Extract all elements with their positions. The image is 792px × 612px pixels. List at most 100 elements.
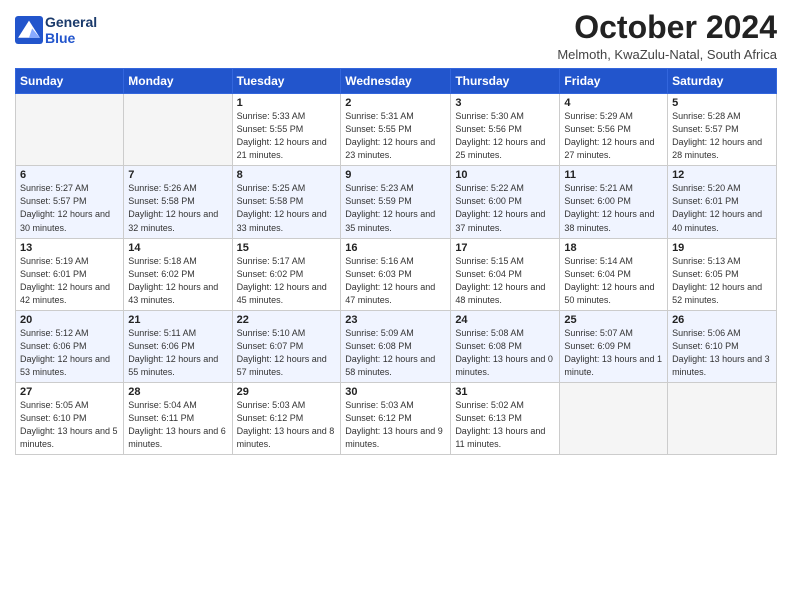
table-row: 17Sunrise: 5:15 AM Sunset: 6:04 PM Dayli… (451, 238, 560, 310)
day-info: Sunrise: 5:28 AM Sunset: 5:57 PM Dayligh… (672, 110, 772, 162)
day-info: Sunrise: 5:21 AM Sunset: 6:00 PM Dayligh… (564, 182, 663, 234)
day-info: Sunrise: 5:03 AM Sunset: 6:12 PM Dayligh… (345, 399, 446, 451)
table-row (668, 382, 777, 454)
table-row: 15Sunrise: 5:17 AM Sunset: 6:02 PM Dayli… (232, 238, 341, 310)
header-sunday: Sunday (16, 69, 124, 94)
month-title: October 2024 (557, 10, 777, 45)
day-number: 2 (345, 97, 446, 109)
day-number: 11 (564, 169, 663, 181)
table-row: 7Sunrise: 5:26 AM Sunset: 5:58 PM Daylig… (124, 166, 232, 238)
day-info: Sunrise: 5:09 AM Sunset: 6:08 PM Dayligh… (345, 327, 446, 379)
header-tuesday: Tuesday (232, 69, 341, 94)
day-number: 21 (128, 314, 227, 326)
logo-text: General Blue (45, 14, 97, 46)
day-number: 23 (345, 314, 446, 326)
calendar-week-row: 20Sunrise: 5:12 AM Sunset: 6:06 PM Dayli… (16, 310, 777, 382)
day-number: 14 (128, 242, 227, 254)
table-row: 2Sunrise: 5:31 AM Sunset: 5:55 PM Daylig… (341, 94, 451, 166)
table-row: 11Sunrise: 5:21 AM Sunset: 6:00 PM Dayli… (560, 166, 668, 238)
table-row: 3Sunrise: 5:30 AM Sunset: 5:56 PM Daylig… (451, 94, 560, 166)
table-row: 4Sunrise: 5:29 AM Sunset: 5:56 PM Daylig… (560, 94, 668, 166)
table-row: 5Sunrise: 5:28 AM Sunset: 5:57 PM Daylig… (668, 94, 777, 166)
table-row (16, 94, 124, 166)
logo-icon (15, 16, 43, 44)
day-number: 19 (672, 242, 772, 254)
header-friday: Friday (560, 69, 668, 94)
day-number: 12 (672, 169, 772, 181)
table-row: 13Sunrise: 5:19 AM Sunset: 6:01 PM Dayli… (16, 238, 124, 310)
day-number: 16 (345, 242, 446, 254)
day-info: Sunrise: 5:26 AM Sunset: 5:58 PM Dayligh… (128, 182, 227, 234)
day-info: Sunrise: 5:29 AM Sunset: 5:56 PM Dayligh… (564, 110, 663, 162)
day-info: Sunrise: 5:03 AM Sunset: 6:12 PM Dayligh… (237, 399, 337, 451)
table-row: 16Sunrise: 5:16 AM Sunset: 6:03 PM Dayli… (341, 238, 451, 310)
calendar-week-row: 13Sunrise: 5:19 AM Sunset: 6:01 PM Dayli… (16, 238, 777, 310)
day-info: Sunrise: 5:14 AM Sunset: 6:04 PM Dayligh… (564, 255, 663, 307)
table-row: 29Sunrise: 5:03 AM Sunset: 6:12 PM Dayli… (232, 382, 341, 454)
day-info: Sunrise: 5:18 AM Sunset: 6:02 PM Dayligh… (128, 255, 227, 307)
day-info: Sunrise: 5:11 AM Sunset: 6:06 PM Dayligh… (128, 327, 227, 379)
calendar: Sunday Monday Tuesday Wednesday Thursday… (15, 68, 777, 455)
header-wednesday: Wednesday (341, 69, 451, 94)
day-number: 24 (455, 314, 555, 326)
day-number: 3 (455, 97, 555, 109)
day-number: 8 (237, 169, 337, 181)
day-number: 25 (564, 314, 663, 326)
table-row: 12Sunrise: 5:20 AM Sunset: 6:01 PM Dayli… (668, 166, 777, 238)
table-row: 10Sunrise: 5:22 AM Sunset: 6:00 PM Dayli… (451, 166, 560, 238)
day-number: 4 (564, 97, 663, 109)
day-number: 9 (345, 169, 446, 181)
table-row: 25Sunrise: 5:07 AM Sunset: 6:09 PM Dayli… (560, 310, 668, 382)
day-number: 27 (20, 386, 119, 398)
day-info: Sunrise: 5:06 AM Sunset: 6:10 PM Dayligh… (672, 327, 772, 379)
day-info: Sunrise: 5:08 AM Sunset: 6:08 PM Dayligh… (455, 327, 555, 379)
day-info: Sunrise: 5:30 AM Sunset: 5:56 PM Dayligh… (455, 110, 555, 162)
weekday-header-row: Sunday Monday Tuesday Wednesday Thursday… (16, 69, 777, 94)
day-info: Sunrise: 5:13 AM Sunset: 6:05 PM Dayligh… (672, 255, 772, 307)
day-number: 28 (128, 386, 227, 398)
day-number: 26 (672, 314, 772, 326)
table-row: 18Sunrise: 5:14 AM Sunset: 6:04 PM Dayli… (560, 238, 668, 310)
table-row: 9Sunrise: 5:23 AM Sunset: 5:59 PM Daylig… (341, 166, 451, 238)
day-number: 13 (20, 242, 119, 254)
table-row: 14Sunrise: 5:18 AM Sunset: 6:02 PM Dayli… (124, 238, 232, 310)
day-info: Sunrise: 5:16 AM Sunset: 6:03 PM Dayligh… (345, 255, 446, 307)
day-info: Sunrise: 5:17 AM Sunset: 6:02 PM Dayligh… (237, 255, 337, 307)
table-row: 26Sunrise: 5:06 AM Sunset: 6:10 PM Dayli… (668, 310, 777, 382)
day-info: Sunrise: 5:20 AM Sunset: 6:01 PM Dayligh… (672, 182, 772, 234)
table-row: 20Sunrise: 5:12 AM Sunset: 6:06 PM Dayli… (16, 310, 124, 382)
table-row: 8Sunrise: 5:25 AM Sunset: 5:58 PM Daylig… (232, 166, 341, 238)
table-row: 24Sunrise: 5:08 AM Sunset: 6:08 PM Dayli… (451, 310, 560, 382)
day-number: 1 (237, 97, 337, 109)
table-row (560, 382, 668, 454)
logo: General Blue (15, 14, 97, 46)
day-number: 31 (455, 386, 555, 398)
day-info: Sunrise: 5:07 AM Sunset: 6:09 PM Dayligh… (564, 327, 663, 379)
location: Melmoth, KwaZulu-Natal, South Africa (557, 47, 777, 62)
header-right: October 2024 Melmoth, KwaZulu-Natal, Sou… (557, 10, 777, 62)
table-row: 6Sunrise: 5:27 AM Sunset: 5:57 PM Daylig… (16, 166, 124, 238)
day-number: 7 (128, 169, 227, 181)
calendar-week-row: 6Sunrise: 5:27 AM Sunset: 5:57 PM Daylig… (16, 166, 777, 238)
day-info: Sunrise: 5:33 AM Sunset: 5:55 PM Dayligh… (237, 110, 337, 162)
day-info: Sunrise: 5:25 AM Sunset: 5:58 PM Dayligh… (237, 182, 337, 234)
day-info: Sunrise: 5:23 AM Sunset: 5:59 PM Dayligh… (345, 182, 446, 234)
table-row: 1Sunrise: 5:33 AM Sunset: 5:55 PM Daylig… (232, 94, 341, 166)
day-info: Sunrise: 5:02 AM Sunset: 6:13 PM Dayligh… (455, 399, 555, 451)
header: General Blue October 2024 Melmoth, KwaZu… (15, 10, 777, 62)
day-info: Sunrise: 5:12 AM Sunset: 6:06 PM Dayligh… (20, 327, 119, 379)
day-number: 6 (20, 169, 119, 181)
table-row: 31Sunrise: 5:02 AM Sunset: 6:13 PM Dayli… (451, 382, 560, 454)
table-row: 27Sunrise: 5:05 AM Sunset: 6:10 PM Dayli… (16, 382, 124, 454)
day-info: Sunrise: 5:05 AM Sunset: 6:10 PM Dayligh… (20, 399, 119, 451)
day-number: 17 (455, 242, 555, 254)
day-info: Sunrise: 5:10 AM Sunset: 6:07 PM Dayligh… (237, 327, 337, 379)
day-number: 20 (20, 314, 119, 326)
day-number: 22 (237, 314, 337, 326)
table-row: 19Sunrise: 5:13 AM Sunset: 6:05 PM Dayli… (668, 238, 777, 310)
table-row: 30Sunrise: 5:03 AM Sunset: 6:12 PM Dayli… (341, 382, 451, 454)
day-number: 10 (455, 169, 555, 181)
calendar-week-row: 1Sunrise: 5:33 AM Sunset: 5:55 PM Daylig… (16, 94, 777, 166)
day-info: Sunrise: 5:27 AM Sunset: 5:57 PM Dayligh… (20, 182, 119, 234)
table-row: 22Sunrise: 5:10 AM Sunset: 6:07 PM Dayli… (232, 310, 341, 382)
